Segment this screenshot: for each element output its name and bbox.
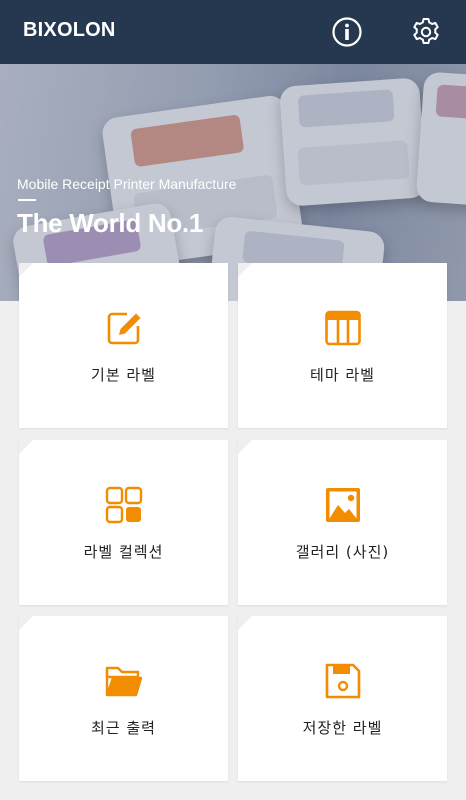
edit-icon <box>105 309 143 347</box>
menu-tile-saved-label[interactable]: 저장한 라벨 <box>238 616 447 781</box>
hero-title: The World No.1 <box>17 208 203 238</box>
menu-tile-basic-label[interactable]: 기본 라벨 <box>19 263 228 428</box>
tile-label: 테마 라벨 <box>310 366 375 384</box>
menu-tile-recent-print[interactable]: 최근 출력 <box>19 616 228 781</box>
grid-icon <box>105 486 143 524</box>
menu-tile-label-collection[interactable]: 라벨 컬렉션 <box>19 440 228 605</box>
theme-layout-icon <box>324 309 362 347</box>
tile-label: 기본 라벨 <box>91 366 156 384</box>
top-bar: BIXOLON <box>0 0 466 64</box>
bixolon-logo: BIXOLON <box>23 19 116 41</box>
hero-divider <box>18 199 36 201</box>
hero-subtitle: Mobile Receipt Printer Manufacture <box>17 176 237 192</box>
tile-label: 라벨 컬렉션 <box>83 543 164 561</box>
tile-label: 최근 출력 <box>91 719 156 737</box>
tile-label: 갤러리 (사진) <box>295 543 390 561</box>
gear-icon[interactable] <box>410 16 442 48</box>
save-icon <box>324 662 362 700</box>
tile-label: 저장한 라벨 <box>302 719 383 737</box>
image-icon <box>324 486 362 524</box>
menu-tile-gallery[interactable]: 갤러리 (사진) <box>238 440 447 605</box>
info-icon[interactable] <box>331 16 363 48</box>
menu-tile-theme-label[interactable]: 테마 라벨 <box>238 263 447 428</box>
folder-icon <box>105 662 143 700</box>
